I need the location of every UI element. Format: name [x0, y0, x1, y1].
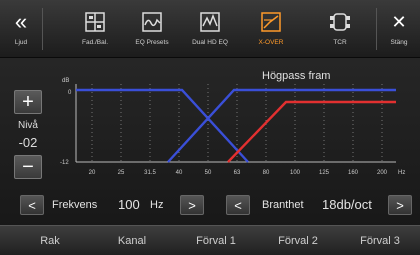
frequency-tick-label: 80	[263, 170, 270, 176]
frequency-tick-label: 63	[234, 170, 241, 176]
frequency-label: Frekvens	[52, 199, 98, 211]
eq-presets-button[interactable]: EQ Presets	[125, 0, 179, 58]
eq-presets-label: EQ Presets	[135, 39, 169, 46]
level-decrease-button[interactable]: −	[14, 155, 42, 179]
toolbar-divider	[376, 8, 377, 50]
frequency-increase-button[interactable]: >	[180, 195, 204, 215]
slope-decrease-button[interactable]: <	[226, 195, 250, 215]
xover-screen: « Ljud Fad./Bal. EQ Presets Dual HD EQ X…	[0, 0, 420, 255]
slope-label: Branthet	[262, 199, 304, 211]
frequency-tick-label: 40	[176, 170, 183, 176]
frequency-tick-label: 50	[205, 170, 212, 176]
fader-balance-label: Fad./Bal.	[81, 39, 108, 46]
xover-icon	[260, 10, 282, 34]
slope-increase-button[interactable]: >	[388, 195, 412, 215]
level-label: Nivå	[17, 120, 38, 131]
preset-forval-1[interactable]: Förval 1	[182, 226, 250, 255]
minus-icon: −	[22, 156, 34, 178]
frequency-ticks: 20 25 31.5 40 50 63 80 100 125 160 200	[89, 170, 388, 176]
frequency-tick-label: 200	[377, 170, 388, 176]
highpass-curve-red	[227, 100, 396, 163]
frequency-tick-label: 125	[319, 170, 330, 176]
crossover-graph: dB 0 -12 20 25 31.5 40 50 63 80 100 125 160 200 Hz	[60, 78, 405, 176]
preset-forval-3[interactable]: Förval 3	[346, 226, 414, 255]
chevron-left-icon: <	[234, 197, 242, 213]
chevron-left-icon: <	[28, 197, 36, 213]
frequency-tick-label: 31.5	[144, 170, 156, 176]
db-unit-label: dB	[62, 78, 69, 84]
close-label: Stäng	[390, 39, 408, 46]
frequency-tick-label: 20	[89, 170, 96, 176]
tcr-label: TCR	[333, 39, 347, 46]
top-toolbar: « Ljud Fad./Bal. EQ Presets Dual HD EQ X…	[0, 0, 420, 58]
double-chevron-left-icon: «	[14, 9, 28, 34]
back-label: Ljud	[14, 39, 28, 46]
fader-balance-icon	[84, 10, 106, 34]
dual-hd-eq-button[interactable]: Dual HD EQ	[182, 0, 238, 58]
slope-value: 18db/oct	[322, 197, 372, 212]
preset-rak[interactable]: Rak	[20, 226, 80, 255]
toolbar-divider	[42, 8, 43, 50]
eq-presets-icon	[141, 10, 163, 34]
frequency-decrease-button[interactable]: <	[20, 195, 44, 215]
frequency-tick-label: 160	[348, 170, 359, 176]
level-value: -02	[18, 135, 38, 150]
chevron-right-icon: >	[396, 197, 404, 213]
back-button[interactable]: « Ljud	[2, 0, 40, 58]
y-bottom-label: -12	[60, 160, 69, 166]
frequency-unit: Hz	[150, 199, 164, 211]
hz-unit-label: Hz	[398, 170, 405, 176]
y-top-label: 0	[68, 90, 72, 96]
tcr-car-icon	[328, 10, 352, 34]
frequency-tick-label: 25	[118, 170, 125, 176]
fader-balance-button[interactable]: Fad./Bal.	[70, 0, 120, 58]
preset-bar: Rak Kanal Förval 1 Förval 2 Förval 3	[0, 225, 420, 255]
frequency-tick-label: 100	[290, 170, 301, 176]
plus-icon: +	[22, 91, 34, 113]
dual-hd-eq-icon	[199, 10, 221, 34]
lowpass-curve-blue-left	[76, 88, 249, 163]
close-button[interactable]: ✕ Stäng	[380, 0, 418, 58]
tcr-button[interactable]: TCR	[320, 0, 360, 58]
xover-label: X-OVER	[258, 39, 284, 46]
xover-button[interactable]: X-OVER	[246, 0, 296, 58]
frequency-value: 100	[118, 197, 140, 212]
chevron-right-icon: >	[188, 197, 196, 213]
dual-hd-eq-label: Dual HD EQ	[192, 39, 228, 46]
level-increase-button[interactable]: +	[14, 90, 42, 114]
preset-kanal[interactable]: Kanal	[100, 226, 164, 255]
preset-forval-2[interactable]: Förval 2	[264, 226, 332, 255]
close-icon: ✕	[391, 12, 407, 32]
